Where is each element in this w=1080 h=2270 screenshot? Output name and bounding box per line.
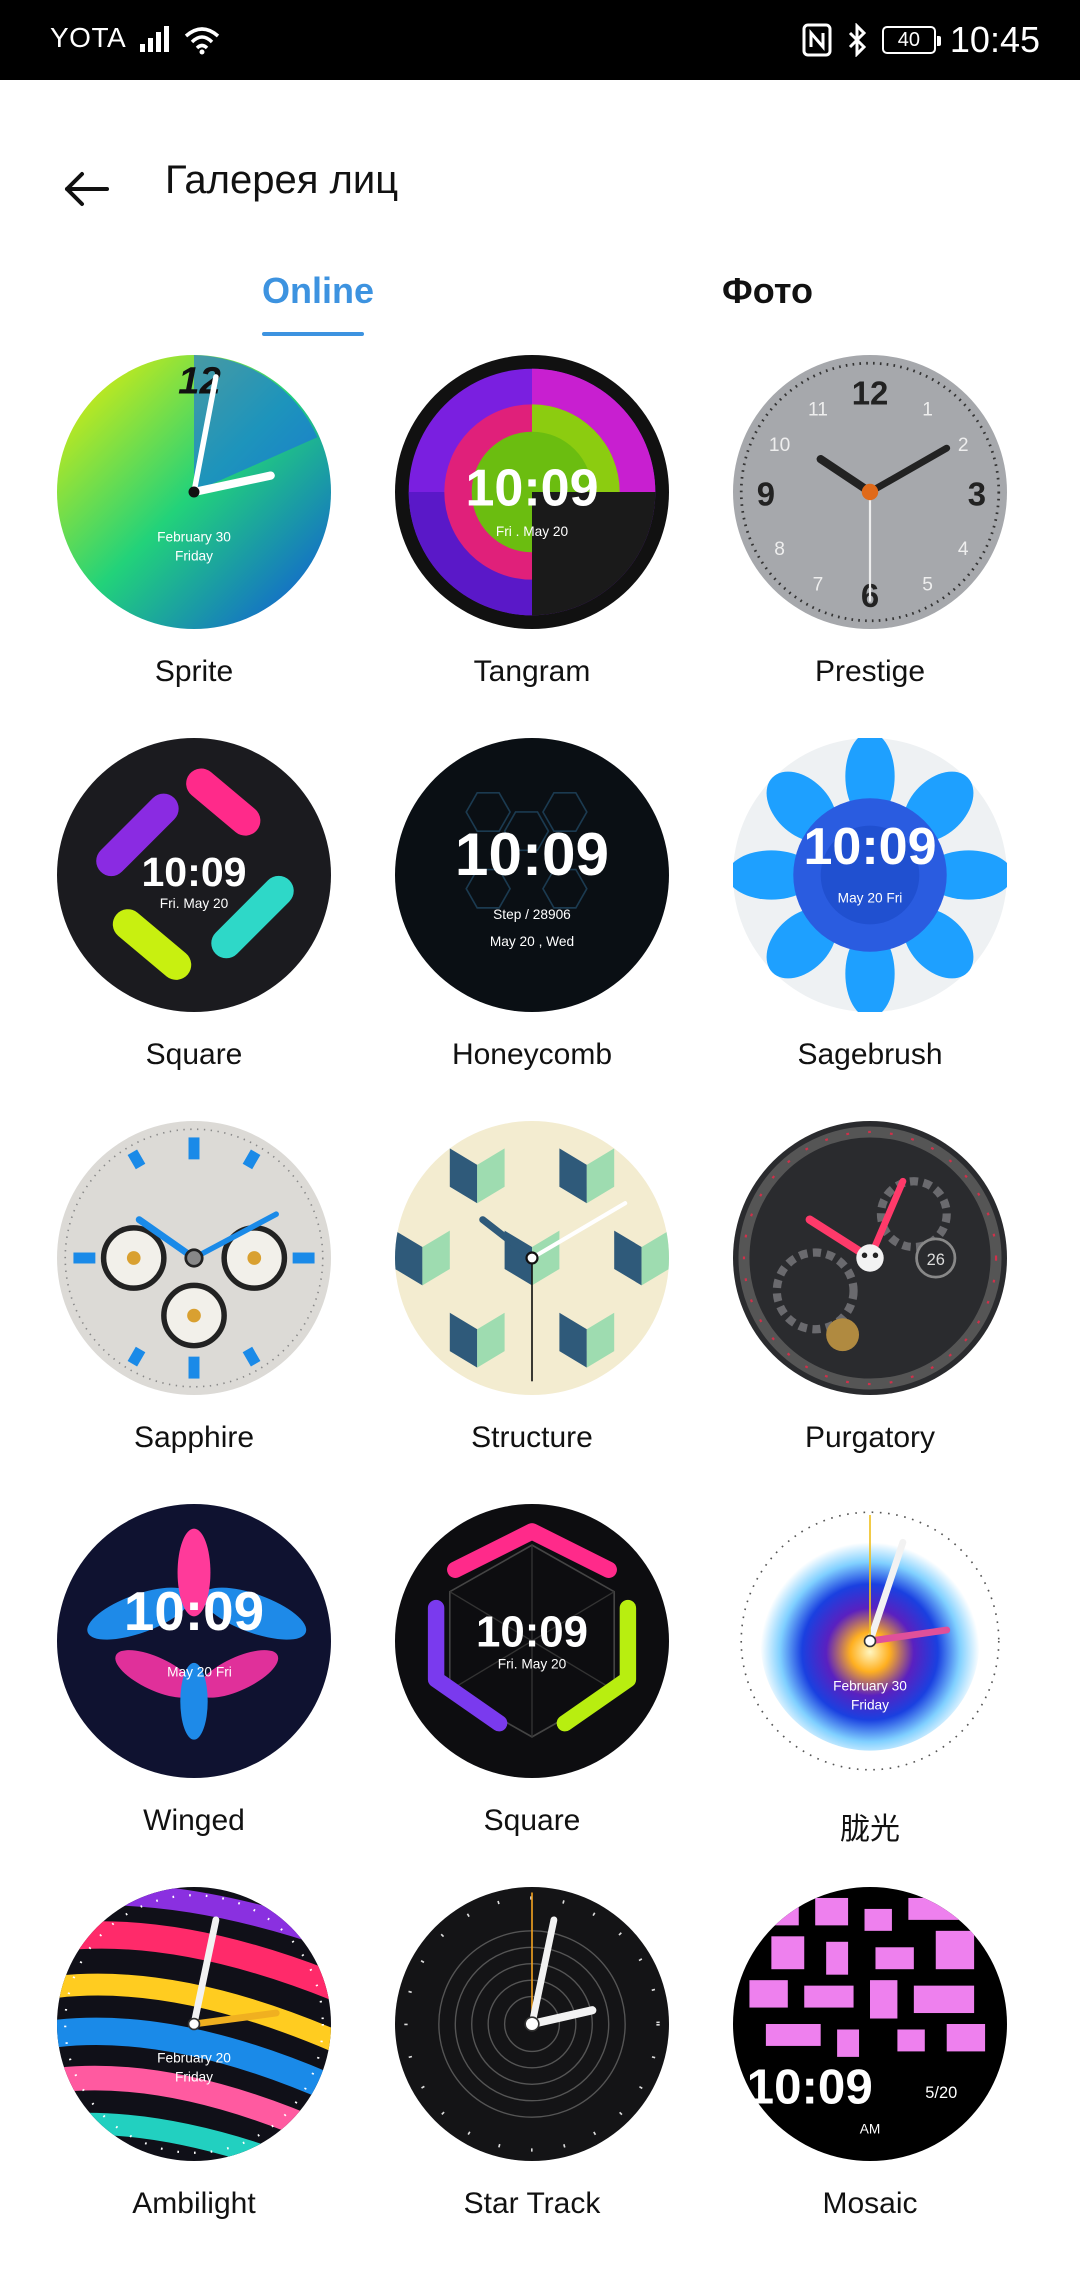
svg-text:4: 4: [958, 539, 969, 560]
watch-face-name: Ambilight: [132, 2187, 256, 2220]
watch-face-name: Prestige: [814, 655, 926, 688]
watch-face-card[interactable]: 10:09 5/20 AM Mosaic: [701, 1887, 1039, 2270]
watch-face-card[interactable]: 10:09 Fri . May 20 Tangram: [363, 355, 701, 738]
watch-face-preview: [395, 1887, 669, 2161]
watch-face-preview: 10:09 Step / 28906 May 20 , Wed: [395, 738, 669, 1012]
face-date: May 20 , Wed: [490, 934, 574, 949]
watch-face-preview: 10:09 Fri. May 20: [395, 1504, 669, 1778]
battery-icon: 40: [881, 26, 941, 54]
tab-photo[interactable]: Фото: [722, 270, 813, 312]
face-time: 10:09: [476, 1607, 588, 1656]
watch-face-card[interactable]: February 30 Friday 胧光: [701, 1504, 1039, 1887]
back-arrow-icon: [65, 172, 109, 206]
wifi-icon: [184, 27, 220, 55]
header: Галерея лиц: [0, 140, 1080, 220]
svg-text:9: 9: [757, 476, 775, 513]
face-time: 10:09: [124, 1580, 264, 1642]
watch-face-name: Sagebrush: [797, 1038, 943, 1071]
clock: 10:45: [949, 19, 1040, 60]
carrier-name: YOTA: [50, 22, 127, 53]
svg-text:11: 11: [808, 399, 828, 420]
face-time: 10:09: [747, 2059, 873, 2114]
back-button[interactable]: [55, 150, 125, 210]
watch-face-name: Square: [145, 1038, 243, 1071]
watch-face-card[interactable]: 10:09 Step / 28906 May 20 , Wed Honeycom…: [363, 738, 701, 1121]
face-steps: Step / 28906: [493, 907, 571, 922]
face-day: Friday: [175, 2070, 213, 2085]
svg-text:3: 3: [968, 476, 986, 513]
svg-text:7: 7: [813, 575, 824, 596]
watch-face-name: Square: [483, 1804, 581, 1837]
face-date: 5/20: [925, 2084, 957, 2102]
watch-face-card[interactable]: 26 Purgatory: [701, 1121, 1039, 1504]
watch-face-preview: 12 February 30 Friday: [57, 355, 331, 629]
svg-text:10: 10: [769, 435, 790, 456]
watch-face-card[interactable]: 10:09 Fri. May 20 Square: [363, 1504, 701, 1887]
watch-face-preview: 10:09 Fri . May 20: [395, 355, 669, 629]
battery-level: 40: [897, 28, 921, 51]
face-day: Friday: [851, 1698, 889, 1713]
page-title: Галерея лиц: [165, 158, 399, 202]
face-date: May 20 Fri: [167, 1665, 232, 1680]
watch-face-name: 胧光: [840, 1813, 900, 1846]
watch-face-name: Honeycomb: [451, 1038, 613, 1071]
face-date: Fri. May 20: [498, 1656, 567, 1671]
face-time: 10:09: [141, 849, 246, 895]
face-date: May 20 Fri: [838, 890, 903, 905]
face-ampm: AM: [860, 2122, 881, 2137]
face-date: Fri. May 20: [160, 896, 229, 911]
watch-face-card[interactable]: 10:09 Fri. May 20 Square: [25, 738, 363, 1121]
watch-face-card[interactable]: Structure: [363, 1121, 701, 1504]
watch-face-preview: 10:09 5/20 AM: [733, 1887, 1007, 2161]
watch-face-name: Mosaic: [822, 2187, 918, 2220]
face-date: February 20: [157, 2050, 231, 2065]
svg-text:12: 12: [852, 374, 889, 411]
watch-face-card[interactable]: 10:09 May 20 Fri Sagebrush: [701, 738, 1039, 1121]
tab-bar: Online Фото: [0, 270, 1080, 340]
watch-face-card[interactable]: 12 February 30 Friday Sprite: [25, 355, 363, 738]
watch-face-preview: February 20 Friday: [57, 1887, 331, 2161]
tab-indicator: [262, 332, 364, 336]
watch-face-name: Winged: [143, 1804, 245, 1837]
watch-face-preview: 10:09 Fri. May 20: [57, 738, 331, 1012]
watch-face-name: Structure: [471, 1421, 593, 1454]
svg-text:1: 1: [922, 399, 933, 420]
face-day: Friday: [175, 549, 213, 564]
svg-text:8: 8: [774, 539, 785, 560]
watch-face-card[interactable]: 12 3 6 9 1 2 4 5 7 8 10 11 Prestige: [701, 355, 1039, 738]
watch-face-card[interactable]: 10:09 May 20 Fri Winged: [25, 1504, 363, 1887]
svg-text:2: 2: [958, 435, 969, 456]
watch-face-preview: 12 3 6 9 1 2 4 5 7 8 10 11: [733, 355, 1007, 629]
watch-face-card[interactable]: February 20 Friday Ambilight: [25, 1887, 363, 2270]
face-date: February 30: [157, 529, 231, 544]
status-bar: YOTA 40 10:45: [0, 0, 1080, 80]
watch-face-name: Tangram: [473, 655, 591, 688]
face-time: 10:09: [803, 818, 936, 876]
bluetooth-icon: [848, 23, 867, 57]
face-date: February 30: [833, 1678, 907, 1693]
face-time: 10:09: [455, 820, 609, 888]
signal-icon: [140, 26, 169, 52]
watch-face-preview: [395, 1121, 669, 1395]
watch-face-preview: 10:09 May 20 Fri: [57, 1504, 331, 1778]
watch-face-name: Sapphire: [133, 1421, 255, 1454]
watch-face-card[interactable]: Star Track: [363, 1887, 701, 2270]
tab-online[interactable]: Online: [262, 270, 374, 312]
face-date: Fri . May 20: [496, 524, 569, 539]
watch-face-preview: 26: [733, 1121, 1007, 1395]
face-date: 26: [927, 1251, 945, 1269]
nfc-icon: [802, 23, 832, 57]
watch-face-preview: February 30 Friday: [733, 1504, 1007, 1778]
watch-face-name: Purgatory: [804, 1421, 936, 1454]
watch-face-preview: [57, 1121, 331, 1395]
svg-text:5: 5: [922, 575, 933, 596]
watch-face-name: Star Track: [463, 2187, 601, 2220]
watch-face-card[interactable]: Sapphire: [25, 1121, 363, 1504]
face-time: 10:09: [465, 460, 598, 518]
watch-face-preview: 10:09 May 20 Fri: [733, 738, 1007, 1012]
watch-face-name: Sprite: [154, 655, 234, 688]
